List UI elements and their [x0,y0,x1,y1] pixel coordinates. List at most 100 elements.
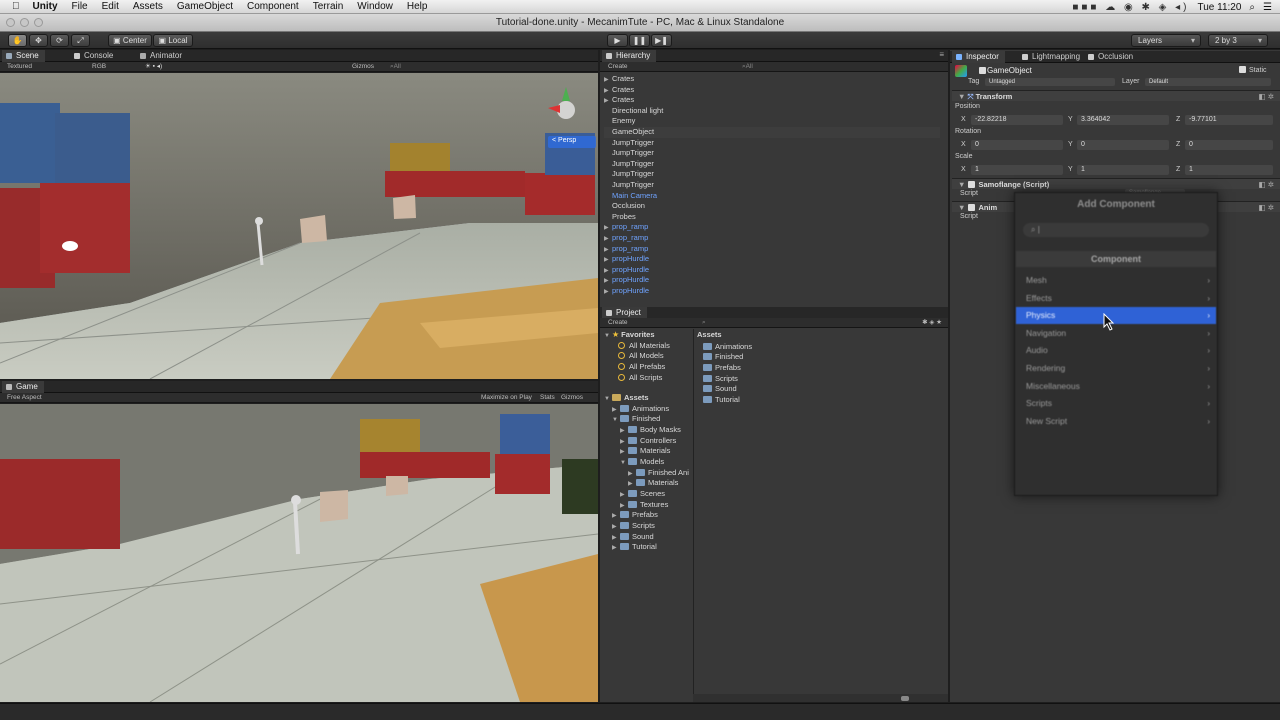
project-folder-item[interactable]: ▶ Sound [612,532,654,543]
hierarchy-item[interactable]: ▶ Crates [604,85,940,96]
favorite-all-prefabs[interactable]: All Prefabs [618,362,665,373]
minimize-window-icon[interactable] [20,18,29,27]
menu-edit[interactable]: Edit [95,1,126,12]
rotation-z-field[interactable]: 0 [1185,140,1273,150]
stats-toggle[interactable]: Stats [540,393,555,403]
position-x-field[interactable]: -22.82218 [971,115,1063,125]
layout-dropdown[interactable]: 2 by 3 [1208,34,1268,47]
panel-menu-icon[interactable]: ≡ [939,50,944,59]
scene-gizmos-dropdown[interactable]: Gizmos [352,62,374,72]
tag-dropdown[interactable]: Untagged [985,78,1115,86]
expand-arrow-icon[interactable]: ▶ [612,543,620,554]
project-folder-item[interactable]: ▶ Animations [612,404,669,415]
component-category-item[interactable]: Scripts › [1016,395,1216,412]
pause-button[interactable]: ❚❚ [629,34,650,47]
hierarchy-item[interactable]: JumpTrigger [604,180,940,191]
hierarchy-item[interactable]: Occlusion [604,201,940,212]
tab-game[interactable]: Game [2,381,44,393]
expand-arrow-icon[interactable]: ▼ [620,458,628,469]
favorite-all-scripts[interactable]: All Scripts [618,373,662,384]
position-y-field[interactable]: 3.364042 [1077,115,1169,125]
hierarchy-item[interactable]: JumpTrigger [604,138,940,149]
project-content-item[interactable]: Tutorial [703,395,740,406]
hierarchy-item[interactable]: Enemy [604,116,940,127]
hierarchy-item[interactable]: Directional light [604,106,940,117]
hierarchy-item[interactable]: ▶ propHurdle [604,254,940,265]
menu-component[interactable]: Component [240,1,306,12]
favorite-all-materials[interactable]: All Materials [618,341,670,352]
rotate-tool-icon[interactable]: ⟳ [50,34,69,47]
game-viewport[interactable] [0,404,598,702]
project-folder-item[interactable]: ▶ Tutorial [612,542,657,553]
tab-console[interactable]: Console [70,50,119,62]
persp-label[interactable]: < Persp [552,137,576,144]
scale-tool-icon[interactable]: ⤢ [71,34,90,47]
rotation-y-field[interactable]: 0 [1077,140,1169,150]
project-folder-item[interactable]: ▶ Materials [628,478,678,489]
hierarchy-item[interactable]: ▶ propHurdle [604,275,940,286]
menu-file[interactable]: File [65,1,95,12]
hierarchy-item[interactable]: Probes [604,212,940,223]
tab-occlusion[interactable]: Occlusion [1084,51,1139,63]
tab-lightmapping[interactable]: Lightmapping [1018,51,1086,63]
project-folder-item[interactable]: ▼ Finished [612,414,660,425]
play-button[interactable]: ▶ [607,34,628,47]
object-name-field[interactable]: GameObject [987,66,1032,75]
hierarchy-item[interactable]: JumpTrigger [604,159,940,170]
hierarchy-create-dropdown[interactable]: Create [608,62,628,72]
project-folder-item[interactable]: ▶ Prefabs [612,510,658,521]
layers-dropdown[interactable]: Layers [1131,34,1201,47]
zoom-slider-handle[interactable] [901,696,909,701]
project-search-input[interactable]: ⌕ [702,318,706,328]
hierarchy-item[interactable]: JumpTrigger [604,169,940,180]
zoom-window-icon[interactable] [34,18,43,27]
menu-terrain[interactable]: Terrain [306,1,351,12]
project-folder-item[interactable]: ▼ Models [620,457,664,468]
component-enabled-checkbox[interactable] [968,181,976,188]
render-mode-dropdown[interactable]: RGB [92,62,106,72]
status-icons[interactable]: ■■■ ☁ ◉ ✱ ◈ ◂) [1072,2,1189,13]
menu-assets[interactable]: Assets [126,1,170,12]
clock[interactable]: Tue 11:20 [1198,2,1242,13]
list-icon[interactable]: ☰ [1263,2,1272,13]
search-icon[interactable]: ⌕ [1249,2,1255,13]
tab-scene[interactable]: Scene [2,50,45,62]
transform-header[interactable]: ▼ ⤧ Transform ◧ ✲ [952,90,1280,101]
close-window-icon[interactable] [6,18,15,27]
component-category-item[interactable]: Physics › [1016,307,1216,325]
hierarchy-item[interactable]: ▶ prop_ramp [604,244,940,255]
menu-gameobject[interactable]: GameObject [170,1,240,12]
project-folder-item[interactable]: ▶ Controllers [620,436,676,447]
project-folder-item[interactable]: ▶ Scripts [612,521,655,532]
hierarchy-item[interactable]: ▶ propHurdle [604,286,940,297]
project-content-item[interactable]: Animations [703,342,752,353]
component-category-item[interactable]: Mesh › [1016,272,1216,289]
scale-y-field[interactable]: 1 [1077,165,1169,175]
menu-window[interactable]: Window [350,1,400,12]
project-breadcrumb[interactable]: Assets [697,330,722,341]
hierarchy-item[interactable]: ▶ propHurdle [604,265,940,276]
scene-search-input[interactable]: ⌕All [390,62,401,72]
scale-z-field[interactable]: 1 [1185,165,1273,175]
apple-icon[interactable]:  [0,1,26,12]
project-filter-icons[interactable]: ✱ ◈ ★ [922,318,942,328]
aspect-dropdown[interactable]: Free Aspect [7,393,42,403]
hierarchy-item[interactable]: ▶ Crates [604,74,940,85]
project-content-item[interactable]: Sound [703,384,737,395]
maximize-on-play-toggle[interactable]: Maximize on Play [481,393,532,403]
project-create-dropdown[interactable]: Create [608,318,628,328]
component-category-item[interactable]: Effects › [1016,290,1216,307]
shading-mode-dropdown[interactable]: Textured [7,62,32,72]
scale-x-field[interactable]: 1 [971,165,1063,175]
scene-viewport[interactable]: < Persp [0,73,598,379]
app-menu[interactable]: Unity [26,1,65,12]
samoflange-component-header[interactable]: ▼ Samoflange (Script) ◧ ✲ [952,178,1280,189]
layer-dropdown[interactable]: Default [1145,78,1271,86]
component-category-item[interactable]: Audio › [1016,342,1216,359]
component-category-item[interactable]: Navigation › [1016,325,1216,342]
active-checkbox[interactable] [979,67,986,74]
game-gizmos-dropdown[interactable]: Gizmos [561,393,583,403]
project-content-item[interactable]: Prefabs [703,363,741,374]
component-enabled-checkbox[interactable] [968,204,976,211]
hierarchy-item[interactable]: ▶ prop_ramp [604,222,940,233]
